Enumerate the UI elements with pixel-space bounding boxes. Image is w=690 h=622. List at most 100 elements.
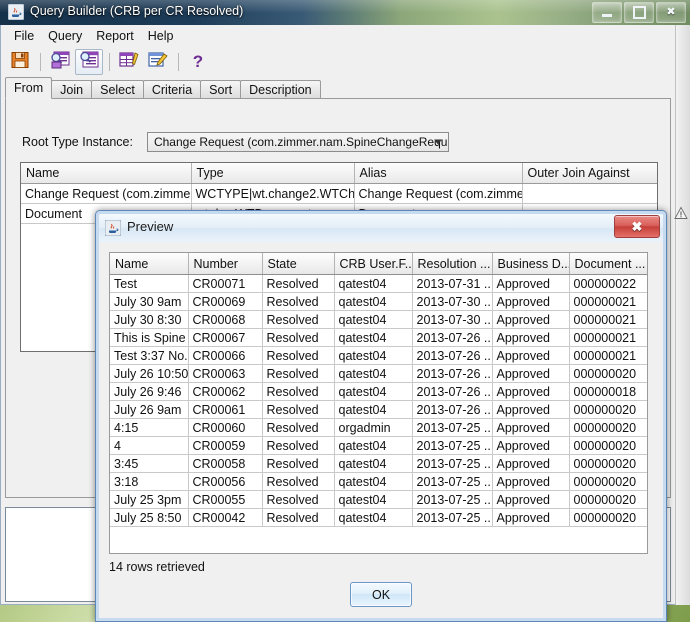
cell-number: CR00059 xyxy=(188,436,263,455)
menu-query[interactable]: Query xyxy=(41,27,89,45)
preview-results-grid: Name Number State CRB User.F... Resoluti… xyxy=(110,253,647,527)
root-type-instance-combobox[interactable]: Change Request (com.zimmer.nam.SpineChan… xyxy=(146,132,449,152)
preview-table-body: Test CR00071 Resolved qatest04 2013-07-3… xyxy=(110,274,647,527)
preview-col-number[interactable]: Number xyxy=(188,253,263,275)
preview-col-business[interactable]: Business D... xyxy=(492,253,570,275)
cell-number: CR00058 xyxy=(188,454,263,473)
cell-resolution: 2013-07-25 ... xyxy=(412,436,493,455)
toolbar-separator-1 xyxy=(40,52,41,71)
window-title: Query Builder (CRB per CR Resolved) xyxy=(30,4,244,18)
cell-resolution: 2013-07-25 ... xyxy=(412,490,493,509)
preview-dialog-body: Name Number State CRB User.F... Resoluti… xyxy=(99,242,663,618)
tab-join[interactable]: Join xyxy=(51,80,93,99)
cell-resolution: 2013-07-26 ... xyxy=(412,400,493,419)
table-row[interactable]: July 25 8:50 CR00042 Resolved qatest04 2… xyxy=(110,508,647,527)
cell-resolution: 2013-07-30 ... xyxy=(412,292,493,311)
edit-report-button[interactable] xyxy=(144,49,172,75)
save-button[interactable] xyxy=(6,49,34,75)
preview-titlebar[interactable]: Preview ✖ xyxy=(99,214,663,242)
preview-close-button[interactable]: ✖ xyxy=(614,215,660,238)
preview-results-table[interactable]: Name Number State CRB User.F... Resoluti… xyxy=(109,252,648,554)
cell-business: Approved xyxy=(492,472,570,491)
table-row[interactable]: July 26 10:50 CR00063 Resolved qatest04 … xyxy=(110,364,647,383)
from-col-type[interactable]: Type xyxy=(191,163,355,184)
table-row[interactable]: 4 CR00059 Resolved qatest04 2013-07-25 .… xyxy=(110,436,647,455)
table-row[interactable]: July 26 9am CR00061 Resolved qatest04 20… xyxy=(110,400,647,419)
cell-number: CR00060 xyxy=(188,418,263,437)
from-col-alias[interactable]: Alias xyxy=(354,163,523,184)
cell-number: CR00061 xyxy=(188,400,263,419)
table-row[interactable]: Change Request (com.zimmer.... WCTYPE|wt… xyxy=(21,183,657,204)
cell-number: CR00066 xyxy=(188,346,263,365)
preview-col-resolution[interactable]: Resolution ... xyxy=(412,253,493,275)
cell-business: Approved xyxy=(492,508,570,527)
cell-state: Resolved xyxy=(262,400,335,419)
preview-col-name[interactable]: Name xyxy=(110,253,189,275)
cell-name: July 26 9am xyxy=(110,400,189,419)
cell-state: Resolved xyxy=(262,310,335,329)
cell-crb-user: qatest04 xyxy=(334,472,413,491)
table-row[interactable]: This is Spine ... CR00067 Resolved qates… xyxy=(110,328,647,347)
cell-resolution: 2013-07-25 ... xyxy=(412,418,493,437)
cell-crb-user: qatest04 xyxy=(334,310,413,329)
table-row[interactable]: 4:15 CR00060 Resolved orgadmin 2013-07-2… xyxy=(110,418,647,437)
table-row[interactable]: 3:45 CR00058 Resolved qatest04 2013-07-2… xyxy=(110,454,647,473)
cell-document: 000000022 xyxy=(569,274,647,293)
menu-report[interactable]: Report xyxy=(89,27,141,45)
cell-state: Resolved xyxy=(262,328,335,347)
tab-from[interactable]: From xyxy=(5,77,53,99)
from-col-outer-join[interactable]: Outer Join Against xyxy=(522,163,657,184)
cell-document: 000000021 xyxy=(569,310,647,329)
from-col-name[interactable]: Name xyxy=(21,163,192,184)
window-right-scrollbar[interactable] xyxy=(675,25,690,605)
menu-help[interactable]: Help xyxy=(141,27,181,45)
java-coffee-cup-icon xyxy=(104,219,122,237)
cell-name: July 26 10:50 xyxy=(110,364,189,383)
cell-resolution: 2013-07-25 ... xyxy=(412,508,493,527)
save-icon xyxy=(10,50,30,73)
minimize-button[interactable] xyxy=(592,2,622,23)
table-row[interactable]: July 30 9am CR00069 Resolved qatest04 20… xyxy=(110,292,647,311)
toolbar-separator-3 xyxy=(178,52,179,71)
toolbar-separator-2 xyxy=(109,52,110,71)
ok-button[interactable]: OK xyxy=(350,582,412,607)
cell-state: Resolved xyxy=(262,508,335,527)
cell-name: This is Spine ... xyxy=(110,328,189,347)
cell-state: Resolved xyxy=(262,454,335,473)
table-row[interactable]: July 26 9:46 CR00062 Resolved qatest04 2… xyxy=(110,382,647,401)
preview-col-state[interactable]: State xyxy=(262,253,335,275)
tab-sort[interactable]: Sort xyxy=(200,80,242,99)
cell-business: Approved xyxy=(492,490,570,509)
tab-select[interactable]: Select xyxy=(91,80,144,99)
tab-description[interactable]: Description xyxy=(240,80,321,99)
table-row[interactable]: Test CR00071 Resolved qatest04 2013-07-3… xyxy=(110,274,647,293)
window-titlebar[interactable]: Query Builder (CRB per CR Resolved) ✖ xyxy=(0,0,690,25)
tab-strip: From Join Select Criteria Sort Descripti… xyxy=(5,77,321,99)
preview-col-crb-user[interactable]: CRB User.F... xyxy=(334,253,413,275)
table-row[interactable]: July 30 8:30 CR00068 Resolved qatest04 2… xyxy=(110,310,647,329)
preview-col-document[interactable]: Document ... xyxy=(569,253,647,275)
close-button[interactable]: ✖ xyxy=(656,2,686,23)
toolbar: ? xyxy=(1,46,675,77)
cell-state: Resolved xyxy=(262,274,335,293)
table-row[interactable]: Test 3:37 No... CR00066 Resolved qatest0… xyxy=(110,346,647,365)
cell-business: Approved xyxy=(492,418,570,437)
edit-table-button[interactable] xyxy=(115,49,143,75)
find-report-button[interactable] xyxy=(75,48,103,75)
maximize-button[interactable] xyxy=(624,2,654,23)
table-row[interactable]: 3:18 CR00056 Resolved qatest04 2013-07-2… xyxy=(110,472,647,491)
open-query-button[interactable] xyxy=(46,49,74,75)
tab-criteria[interactable]: Criteria xyxy=(142,80,202,99)
cell-number: CR00067 xyxy=(188,328,263,347)
cell-name: Test xyxy=(110,274,189,293)
table-row[interactable]: July 25 3pm CR00055 Resolved qatest04 20… xyxy=(110,490,647,509)
menu-file[interactable]: File xyxy=(7,27,41,45)
cell-name: July 26 9:46 xyxy=(110,382,189,401)
close-icon: ✖ xyxy=(631,219,643,234)
cell-document: 000000020 xyxy=(569,418,647,437)
cell-number: CR00056 xyxy=(188,472,263,491)
cell-document: 000000018 xyxy=(569,382,647,401)
help-button[interactable]: ? xyxy=(184,49,212,75)
cell-resolution: 2013-07-26 ... xyxy=(412,364,493,383)
cell-business: Approved xyxy=(492,454,570,473)
